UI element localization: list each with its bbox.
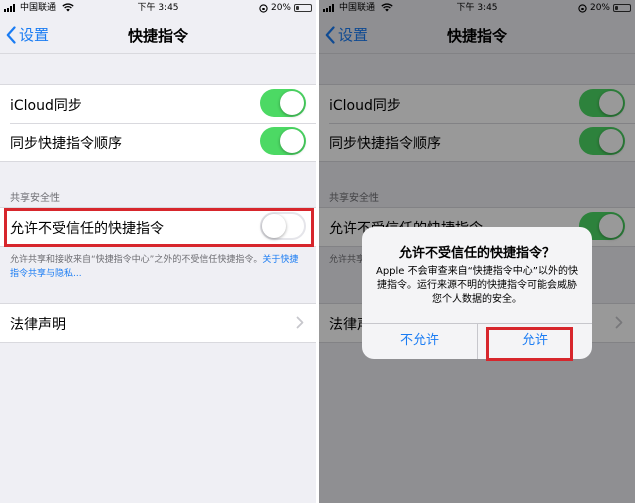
nav-bar: 设置 快捷指令 <box>0 16 316 54</box>
highlight-box-allow <box>486 327 573 361</box>
chevron-right-icon <box>296 316 304 329</box>
highlight-box-toggle-row <box>4 208 314 247</box>
alert-message: Apple 不会审查来自“快捷指令中心”以外的快捷指令。运行来源不明的快捷指令可… <box>375 266 578 305</box>
battery-percent: 20% <box>270 3 291 13</box>
icloud-sync-label: iCloud同步 <box>10 98 82 114</box>
legal-group: 法律声明 <box>0 303 316 343</box>
toggle-knob <box>280 91 304 115</box>
page-title: 快捷指令 <box>127 27 188 45</box>
section-header-sharing: 共享安全性 <box>10 193 60 204</box>
sharing-footer-text: 允许共享和接收来自“快捷指令中心”之外的不受信任快捷指令。 <box>10 255 263 265</box>
alert-title: 允许不受信任的快捷指令？ <box>398 246 555 261</box>
sync-order-toggle[interactable] <box>260 127 306 155</box>
left-screen: 中国联通 下午 3:45 20% 设置 快捷指令 iCloud同步 同步快捷指令… <box>0 0 316 503</box>
deny-button[interactable]: 不允许 <box>362 324 477 359</box>
icloud-sync-row: iCloud同步 <box>0 85 316 123</box>
right-screen: 中国联通 下午 3:45 20% 设置 快捷指令 iCloud同步 同步快捷指令… <box>319 0 635 503</box>
toggle-knob <box>280 129 304 153</box>
lock-rotation-icon <box>259 3 268 13</box>
sync-group: iCloud同步 同步快捷指令顺序 <box>0 84 316 162</box>
legal-label: 法律声明 <box>10 317 66 333</box>
sync-order-label: 同步快捷指令顺序 <box>10 136 122 152</box>
battery-icon <box>294 4 312 12</box>
sync-order-row: 同步快捷指令顺序 <box>0 123 316 161</box>
status-bar: 中国联通 下午 3:45 20% <box>0 0 316 16</box>
legal-row[interactable]: 法律声明 <box>0 304 316 342</box>
sharing-footer: 允许共享和接收来自“快捷指令中心”之外的不受信任快捷指令。关于快捷指令共享与隐私… <box>10 253 306 281</box>
icloud-sync-toggle[interactable] <box>260 89 306 117</box>
battery-status: 20% <box>259 0 312 16</box>
